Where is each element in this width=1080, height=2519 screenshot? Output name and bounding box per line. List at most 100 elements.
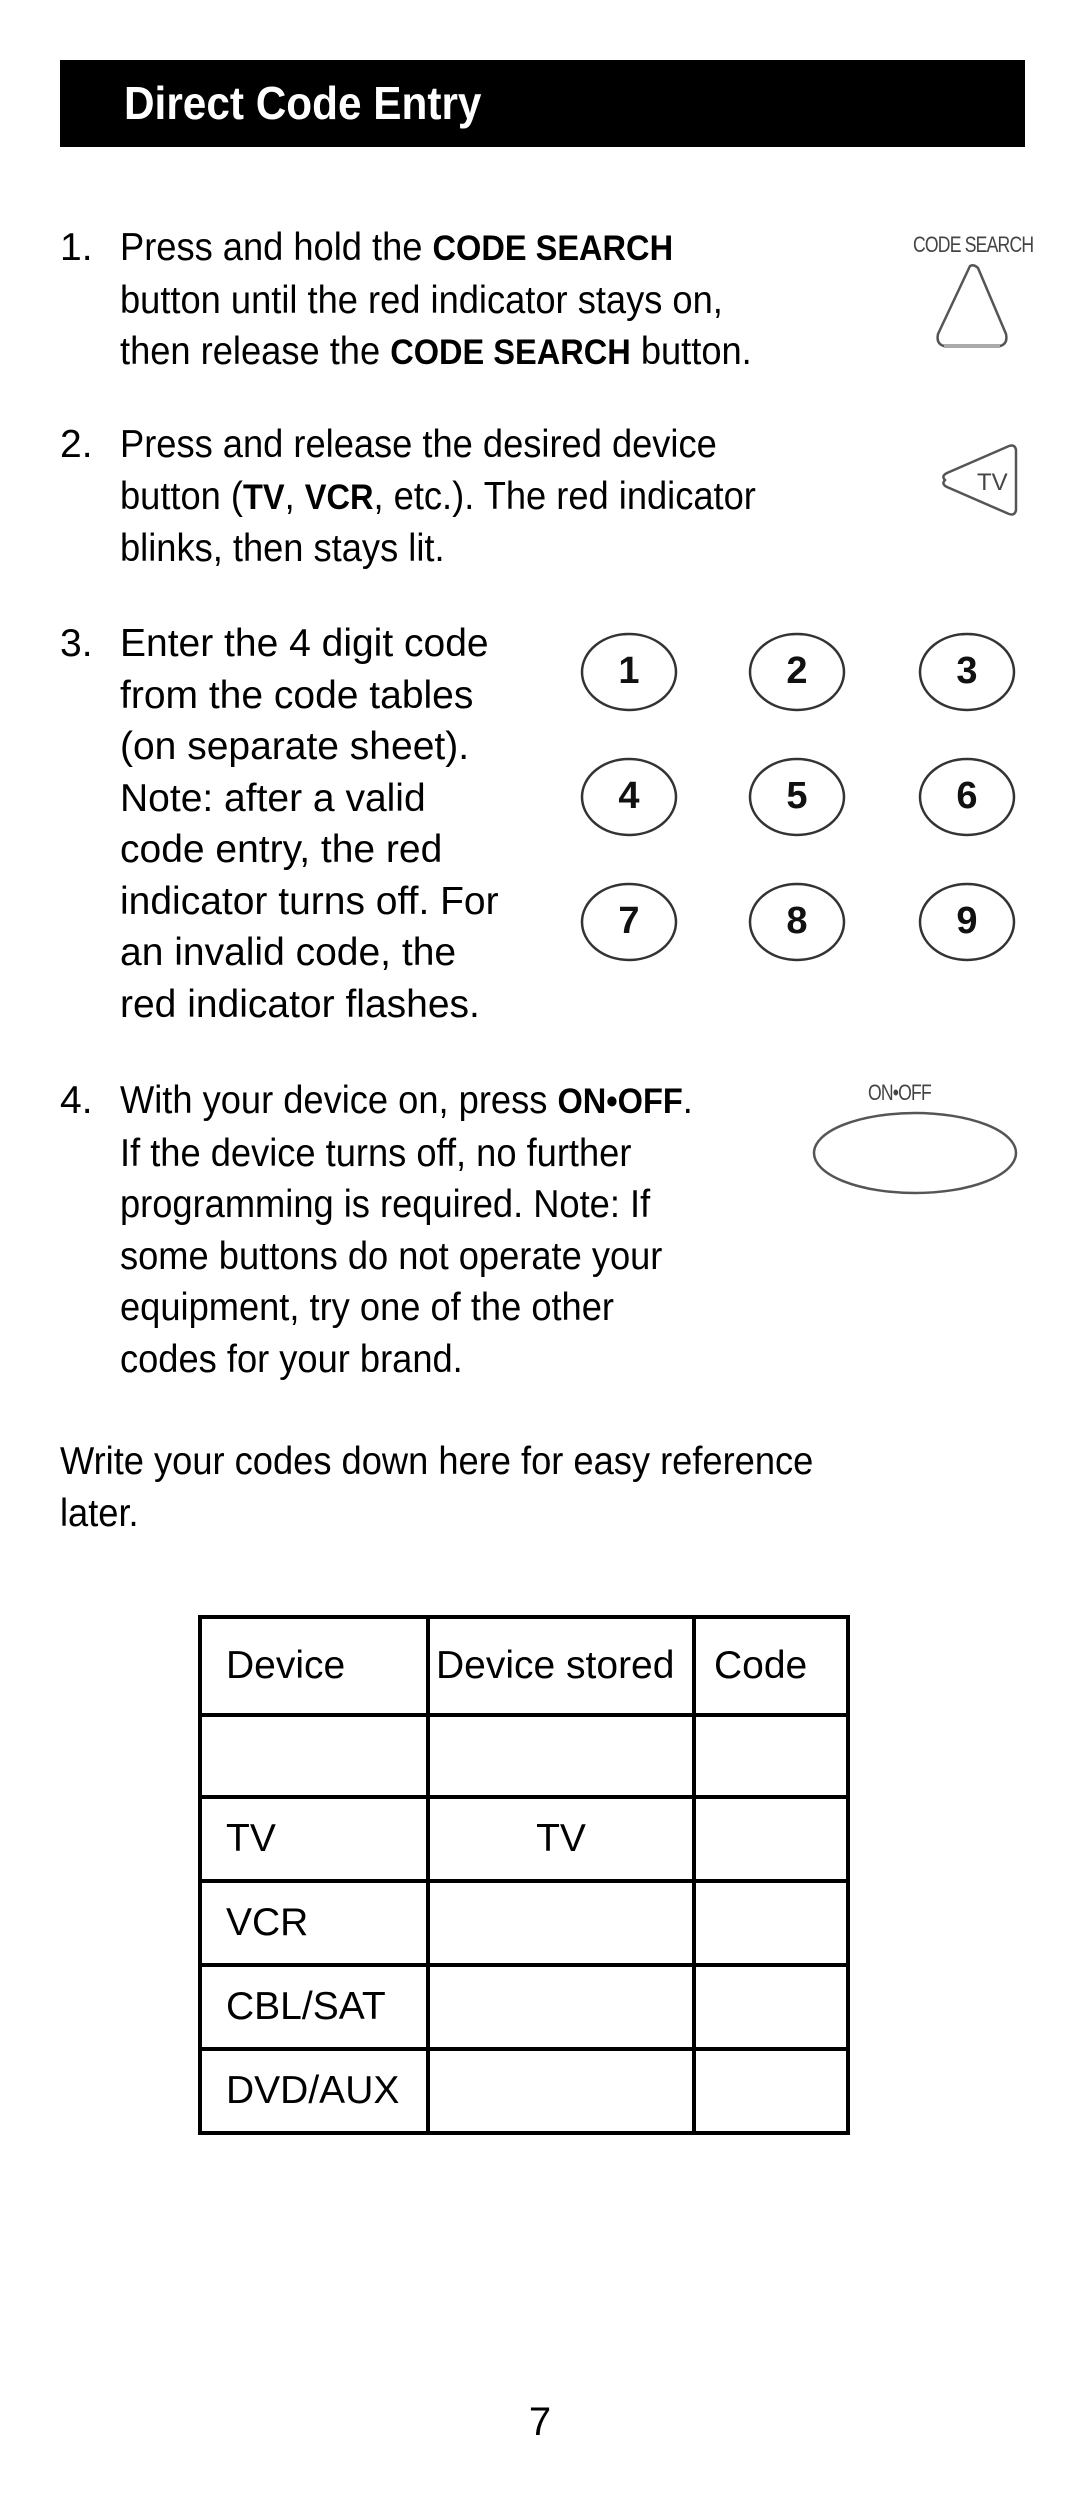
tv-button-icon: TV [942,444,1018,516]
keypad-button-1: 1 [580,632,678,712]
step-line: an invalid code, the [120,927,499,979]
power-button-icon [812,1111,1018,1195]
step-text-run: If the device turns off, no further [120,1131,632,1175]
keypad-button-7: 7 [580,882,678,962]
step-number: 3. [60,622,93,665]
cell-device-stored[interactable] [426,1963,696,2051]
step-text: Press and hold the CODE SEARCH button unt… [120,222,752,379]
cell-device: DVD/AUX [198,2047,430,2135]
keypad-button-9: 9 [918,882,1016,962]
header-device: Device [198,1615,430,1717]
button-name-emphasis: VCR [304,477,374,517]
step-line: then release the CODE SEARCH button. [120,326,752,379]
cell-device: CBL/SAT [198,1963,430,2051]
table-row: CBL/SAT [198,1963,850,2051]
step-number: 1. [60,226,93,269]
step-line: With your device on, press ON•OFF. [120,1075,693,1128]
button-name-emphasis: ON•OFF [557,1082,683,1121]
step-text-run: Note: after a valid [120,776,426,820]
table-row: DVD/AUX [198,2047,850,2135]
page-title: Direct Code Entry [124,77,482,129]
table-row [198,1713,850,1799]
step-text-run: Enter the 4 digit code [120,622,489,665]
step-text-run: programming is required. Note: If [120,1183,651,1226]
step-text: With your device on, press ON•OFF. If the… [120,1075,693,1385]
step-text-run: from the code tables [120,673,474,717]
cell-device-stored[interactable] [426,2047,696,2135]
button-name-emphasis: CODE SEARCH [432,229,674,268]
step-line: from the code tables [120,670,499,722]
reference-note: Write your codes down here for easy refe… [60,1440,814,1535]
cell-device-stored[interactable] [426,1879,696,1967]
keypad-button-8: 8 [748,882,846,962]
cell-code[interactable] [692,1713,850,1799]
header-device-stored: Device stored [426,1615,696,1717]
step-text-run: codes for your brand. [120,1337,463,1381]
step-text-run: button until the red indicator stays on, [120,278,723,322]
step-line: red indicator flashes. [120,979,499,1031]
button-name-emphasis: CODE SEARCH [390,333,631,372]
cell-code[interactable] [692,1879,850,1967]
button-name-emphasis: TV [243,477,285,517]
keypad-button-2: 2 [748,632,846,712]
step-text-run: With your device on, press [120,1079,558,1122]
keypad-button-3: 3 [918,632,1016,712]
section-title-bar: Direct Code Entry [60,60,1025,147]
step-line: Press and release the desired device [120,419,756,471]
step-text-run: , [284,474,305,518]
step-text-run: red indicator flashes. [120,982,480,1026]
step-text-run: blinks, then stays lit. [120,527,445,570]
cell-device: TV [198,1795,430,1883]
code-search-label: CODE SEARCH [913,232,1034,257]
step-text: Press and release the desired device butt… [120,419,756,575]
step-line: Enter the 4 digit code [120,618,499,670]
cell-device[interactable] [198,1713,430,1799]
cell-device-stored[interactable] [426,1713,696,1799]
step-line: If the device turns off, no further [120,1128,693,1180]
step-text-run: Press and hold the [120,226,433,269]
step-line: button until the red indicator stays on, [120,275,752,327]
step-line: button (TV, VCR, etc.). The red indicato… [120,471,756,524]
step-line: programming is required. Note: If [120,1179,693,1231]
code-record-table: Device Device stored Code TV TV VCR CBL/… [198,1615,850,2135]
keypad-button-4: 4 [580,757,678,837]
cell-device: VCR [198,1879,430,1967]
table-row: TV TV [198,1795,850,1883]
keypad-button-6: 6 [918,757,1016,837]
step-number: 2. [60,423,93,466]
step-text-run: indicator turns off. For [120,879,499,923]
step-text: Enter the 4 digit code from the code tabl… [120,618,499,1030]
step-text-run: button. [630,330,752,373]
step-text-run: . [682,1079,693,1122]
step-text-run: button ( [120,474,244,518]
step-number: 4. [60,1079,93,1122]
cell-code[interactable] [692,1963,850,2051]
keypad-button-5: 5 [748,757,846,837]
step-line: equipment, try one of the other [120,1282,693,1334]
step-text-run: Press and release the desired device [120,423,717,466]
table-row: VCR [198,1879,850,1967]
step-text-run: some buttons do not operate your [120,1234,663,1278]
step-text-run: then release the [120,330,391,373]
step-text-run: an invalid code, the [120,931,457,974]
step-text-run: (on separate sheet). [120,725,470,768]
tv-button-label: TV [977,469,1008,496]
step-line: (on separate sheet). [120,721,499,773]
step-line: codes for your brand. [120,1334,693,1386]
step-text-run: equipment, try one of the other [120,1286,614,1329]
step-line: Press and hold the CODE SEARCH [120,222,752,275]
cell-device-stored: TV [426,1795,696,1883]
step-line: some buttons do not operate your [120,1231,693,1283]
page-number: 7 [528,2400,552,2444]
cell-code[interactable] [692,1795,850,1883]
cell-code[interactable] [692,2047,850,2135]
header-code: Code [692,1615,850,1717]
step-line: code entry, the red [120,824,499,876]
table-header-row: Device Device stored Code [198,1615,850,1717]
code-search-triangle-icon [936,264,1008,348]
step-text-run: , etc.). The red indicator [373,474,756,518]
step-line: Note: after a valid [120,773,499,825]
on-off-label: ON•OFF [868,1080,932,1105]
step-line: indicator turns off. For [120,876,499,928]
step-text-run: code entry, the red [120,828,443,871]
